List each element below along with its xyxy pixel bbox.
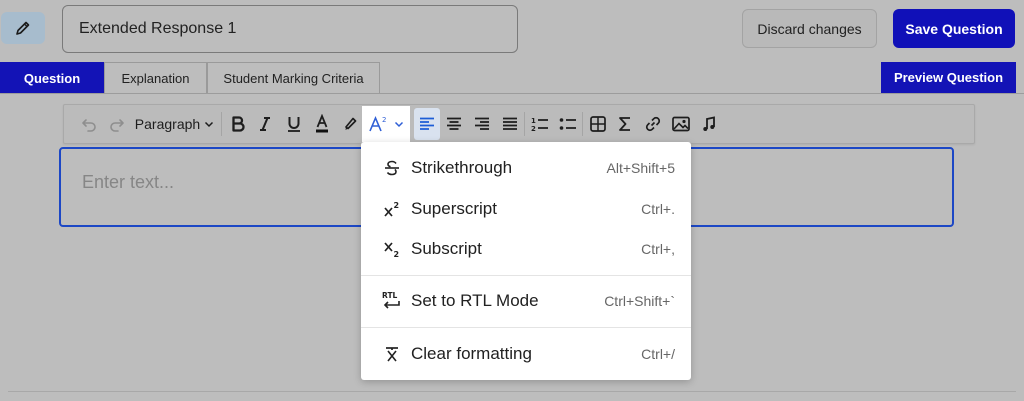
- align-right-icon[interactable]: [471, 108, 493, 140]
- numbered-list-icon[interactable]: 12: [529, 108, 551, 140]
- bold-icon[interactable]: [228, 108, 248, 140]
- underline-icon[interactable]: [283, 108, 305, 140]
- align-left-icon[interactable]: [414, 108, 440, 140]
- table-icon[interactable]: [587, 108, 609, 140]
- toolbar-separator: [524, 112, 525, 136]
- tab-student-marking-criteria[interactable]: Student Marking Criteria: [207, 62, 380, 93]
- chevron-down-icon: [394, 121, 403, 128]
- menu-item-strikethrough[interactable]: Strikethrough Alt+Shift+5: [361, 148, 691, 188]
- svg-text:2: 2: [394, 201, 400, 210]
- block-format-label: Paragraph: [134, 116, 201, 132]
- menu-divider: [361, 275, 691, 276]
- chevron-down-icon: [205, 121, 214, 128]
- strikethrough-icon: [381, 157, 403, 179]
- pencil-icon: [16, 21, 30, 35]
- menu-item-rtl-mode[interactable]: RTL Set to RTL Mode Ctrl+Shift+`: [361, 281, 691, 321]
- question-title-input[interactable]: Extended Response 1: [62, 5, 518, 53]
- subscript-icon: 2: [381, 238, 403, 260]
- save-question-button[interactable]: Save Question: [893, 9, 1015, 48]
- editor-placeholder: Enter text...: [82, 172, 175, 192]
- svg-text:RTL: RTL: [382, 291, 398, 300]
- tab-question[interactable]: Question: [0, 62, 104, 93]
- discard-changes-button[interactable]: Discard changes: [742, 9, 877, 48]
- text-color-icon[interactable]: [311, 108, 333, 140]
- superscript-icon: 2: [381, 198, 403, 220]
- sigma-icon[interactable]: [614, 108, 636, 140]
- music-icon[interactable]: [698, 108, 720, 140]
- toolbar-separator: [582, 112, 583, 136]
- justify-icon[interactable]: [499, 108, 521, 140]
- menu-item-subscript[interactable]: 2 Subscript Ctrl+,: [361, 229, 691, 269]
- menu-item-superscript[interactable]: 2 Superscript Ctrl+.: [361, 189, 691, 229]
- toolbar-separator: [221, 112, 222, 136]
- preview-question-button[interactable]: Preview Question: [881, 62, 1016, 93]
- italic-icon[interactable]: [255, 108, 275, 140]
- link-icon[interactable]: [642, 108, 664, 140]
- menu-item-clear-formatting[interactable]: Clear formatting Ctrl+/: [361, 334, 691, 374]
- menu-divider: [361, 327, 691, 328]
- redo-icon[interactable]: [106, 108, 128, 140]
- svg-text:1: 1: [531, 117, 536, 125]
- superscript-menu-button[interactable]: 2: [362, 106, 410, 142]
- align-center-icon[interactable]: [443, 108, 465, 140]
- edit-title-button[interactable]: [1, 12, 45, 44]
- svg-text:2: 2: [382, 116, 386, 124]
- clear-format-icon: [381, 343, 403, 365]
- superscript-menu-icon: 2: [368, 115, 386, 132]
- undo-icon[interactable]: [78, 108, 100, 140]
- highlight-icon[interactable]: [339, 108, 361, 140]
- image-icon[interactable]: [670, 108, 692, 140]
- svg-text:2: 2: [394, 250, 400, 258]
- tab-explanation[interactable]: Explanation: [104, 62, 207, 93]
- bullet-list-icon[interactable]: [557, 108, 579, 140]
- rtl-icon: RTL: [381, 290, 403, 312]
- block-format-dropdown[interactable]: Paragraph: [134, 108, 216, 140]
- svg-text:2: 2: [531, 125, 536, 132]
